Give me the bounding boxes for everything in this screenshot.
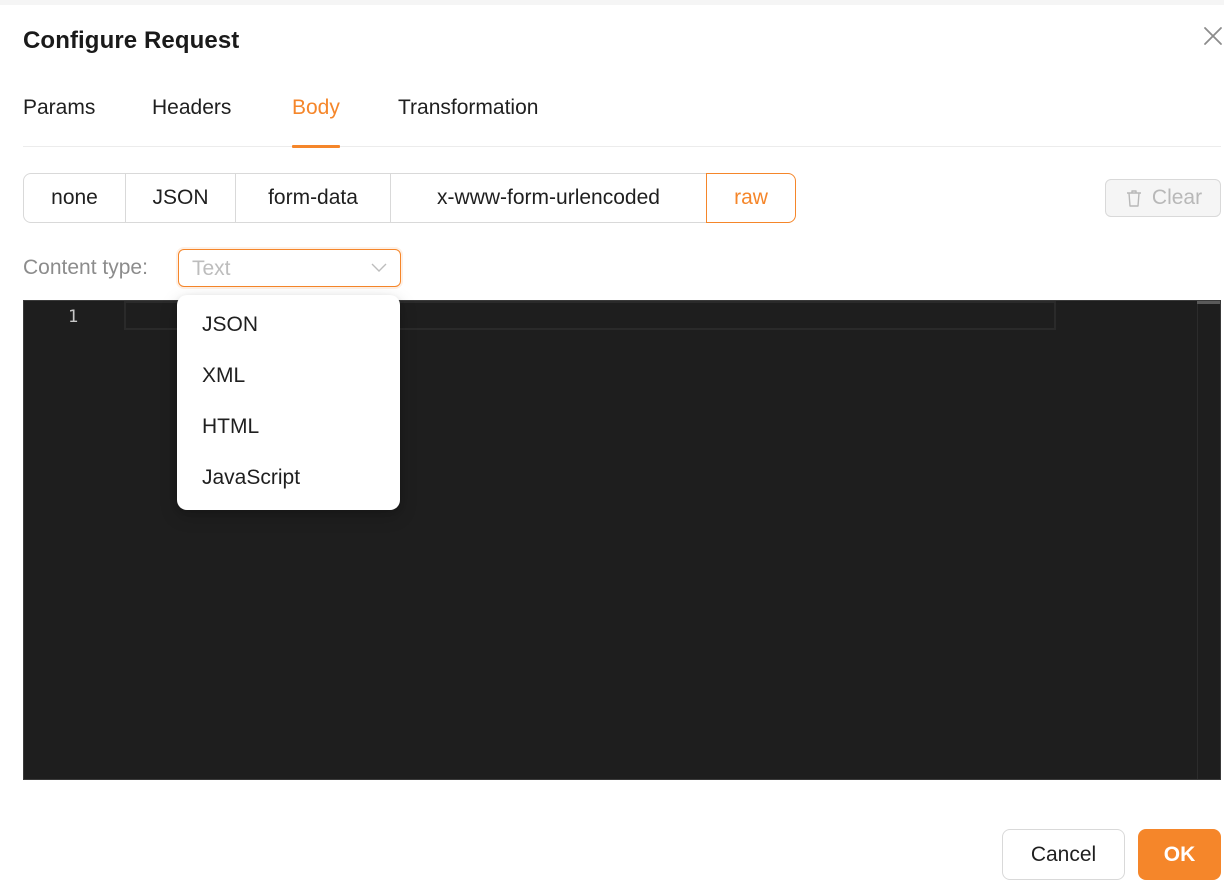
body-type-none[interactable]: none xyxy=(23,173,126,223)
body-type-json-label: JSON xyxy=(152,186,209,209)
body-type-raw-label: raw xyxy=(734,186,768,209)
body-type-raw[interactable]: raw xyxy=(706,173,796,223)
body-type-none-label: none xyxy=(51,186,98,209)
ok-button[interactable]: OK xyxy=(1138,829,1221,880)
body-type-form-data[interactable]: form-data xyxy=(236,173,391,223)
dropdown-option-xml[interactable]: XML xyxy=(177,350,400,401)
content-type-dropdown: JSON XML HTML JavaScript xyxy=(177,295,400,510)
close-icon xyxy=(1204,27,1222,45)
body-type-form-data-label: form-data xyxy=(268,186,358,209)
chevron-down-icon xyxy=(371,263,387,272)
body-type-urlencoded[interactable]: x-www-form-urlencoded xyxy=(391,173,707,223)
trash-icon xyxy=(1126,190,1141,207)
request-tabs: Params Headers Body Transformation xyxy=(23,96,1221,148)
editor-scrollbar[interactable] xyxy=(1197,301,1220,779)
clear-button[interactable]: Clear xyxy=(1105,179,1221,217)
dialog-title: Configure Request xyxy=(23,27,240,54)
clear-button-label: Clear xyxy=(1151,186,1203,209)
tab-params[interactable]: Params xyxy=(23,96,95,147)
dropdown-option-html[interactable]: HTML xyxy=(177,401,400,452)
body-type-urlencoded-label: x-www-form-urlencoded xyxy=(437,186,660,209)
dropdown-option-json[interactable]: JSON xyxy=(177,299,400,350)
tab-transformation[interactable]: Transformation xyxy=(398,96,538,147)
body-type-json[interactable]: JSON xyxy=(126,173,236,223)
tab-headers[interactable]: Headers xyxy=(152,96,231,147)
dropdown-option-javascript[interactable]: JavaScript xyxy=(177,452,400,503)
tab-body[interactable]: Body xyxy=(292,96,340,148)
editor-scrollbar-thumb[interactable] xyxy=(1197,301,1220,304)
tab-body-label: Body xyxy=(292,96,340,119)
tab-active-indicator xyxy=(292,145,340,148)
line-number: 1 xyxy=(68,307,79,327)
content-type-select[interactable]: Text xyxy=(178,249,401,287)
cancel-button[interactable]: Cancel xyxy=(1002,829,1125,880)
tab-params-label: Params xyxy=(23,96,96,119)
tab-transformation-label: Transformation xyxy=(398,96,539,119)
tab-headers-label: Headers xyxy=(152,96,232,119)
content-type-value: Text xyxy=(192,257,231,280)
body-type-selector: none JSON form-data x-www-form-urlencode… xyxy=(23,173,796,223)
close-button[interactable] xyxy=(1199,22,1224,50)
dialog-top-edge xyxy=(0,0,1224,5)
content-type-label: Content type: xyxy=(23,256,148,279)
